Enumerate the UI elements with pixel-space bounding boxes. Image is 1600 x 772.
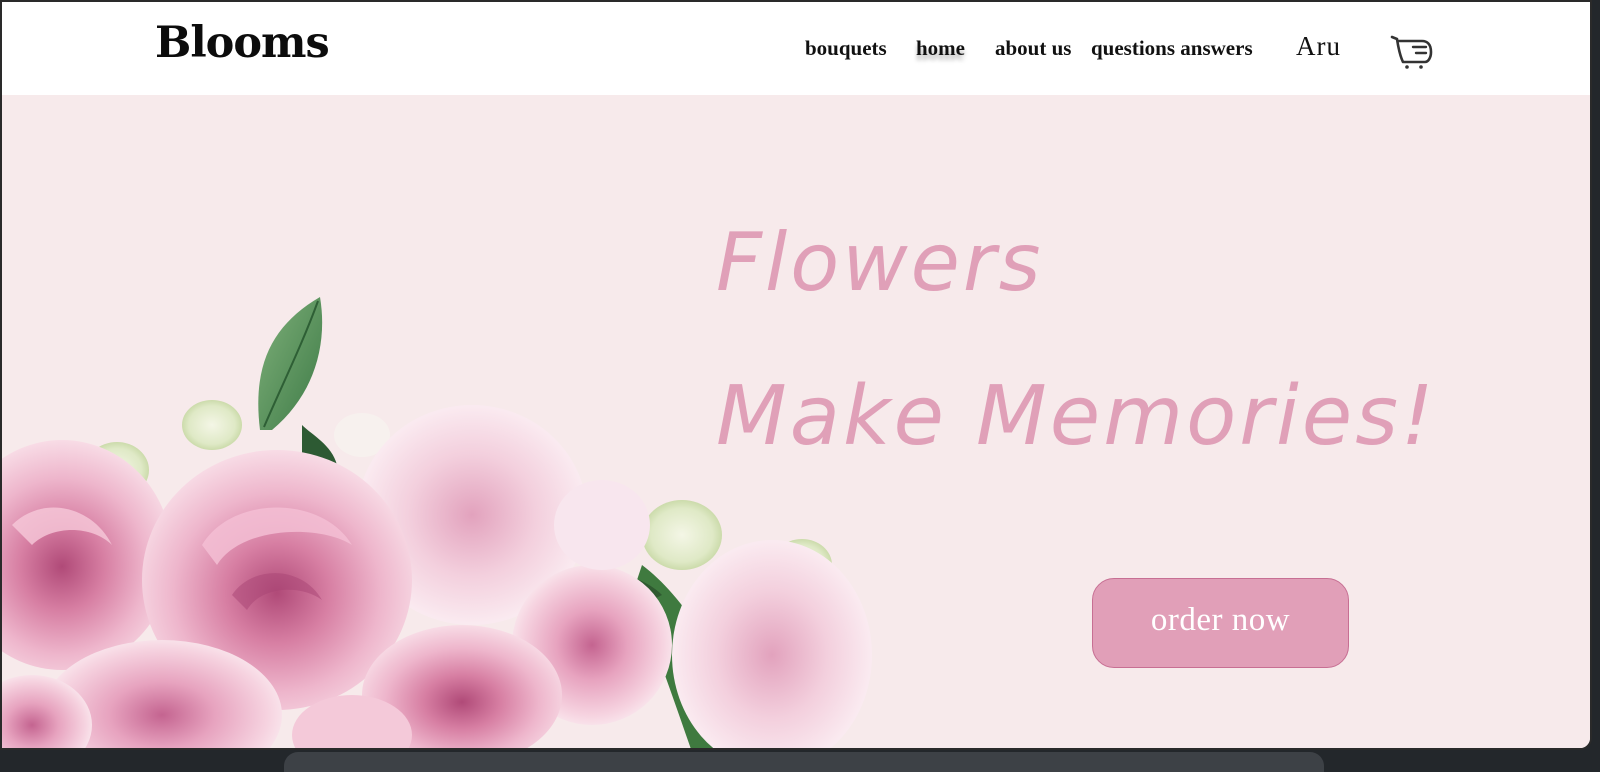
dock-bar — [284, 752, 1324, 772]
site-header: Blooms bouquets home about us questions … — [2, 2, 1590, 95]
hero-headline-memories: Make Memories! — [716, 369, 1437, 464]
logo[interactable]: Blooms — [155, 19, 330, 67]
nav-bouquets[interactable]: bouquets — [805, 36, 887, 61]
cart-icon[interactable] — [1389, 32, 1435, 72]
nav-home[interactable]: home — [916, 36, 965, 61]
user-account-link[interactable]: Aru — [1296, 31, 1341, 62]
order-now-button[interactable]: order now — [1092, 578, 1349, 668]
browser-window: Blooms bouquets home about us questions … — [0, 0, 1592, 750]
hero-headline-flowers: Flowers — [716, 216, 1044, 309]
hero-section: Flowers Make Memories! order now — [2, 95, 1590, 748]
nav-about-us[interactable]: about us — [995, 36, 1071, 61]
nav-questions-answers[interactable]: questions answers — [1091, 36, 1253, 61]
